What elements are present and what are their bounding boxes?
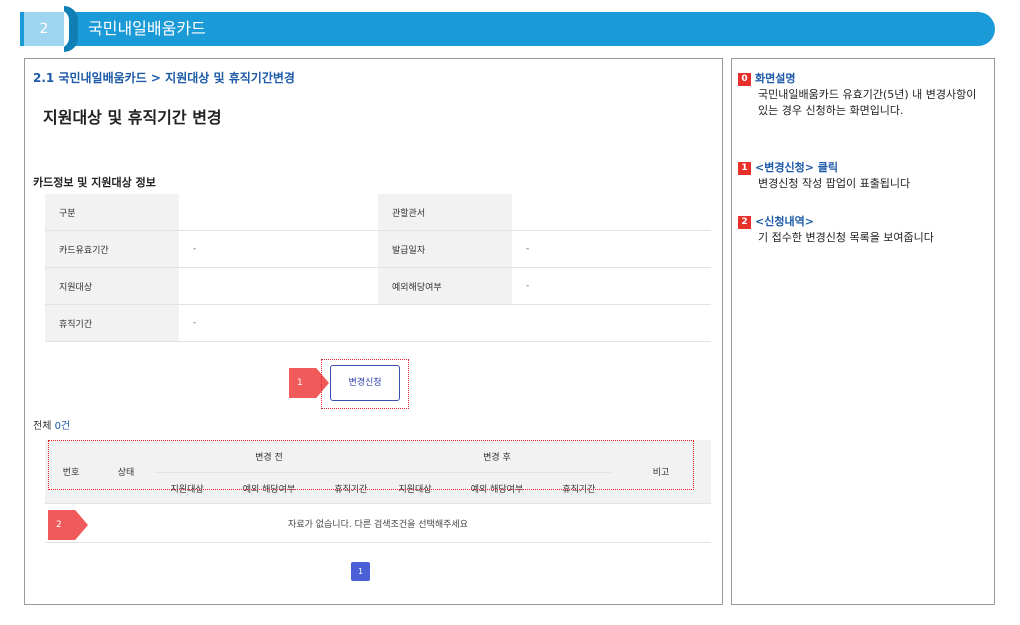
section-title: 국민내일배움카드: [88, 19, 206, 38]
empty-row: 자료가 없습니다. 다른 검색조건을 선택해주세요: [45, 503, 711, 543]
info-value: -: [179, 304, 711, 342]
pagination-page-1[interactable]: 1: [351, 562, 370, 581]
note-badge: 0: [738, 73, 751, 86]
main-panel: 2.1 국민내일배움카드 > 지원대상 및 휴직기간변경 지원대상 및 휴직기간…: [24, 58, 723, 605]
list-highlight: [48, 440, 694, 490]
total-prefix: 전체: [33, 421, 55, 432]
card-info-table: 구분 관할관서 카드유효기간 - 발급일자 - 지원대상 예외해당여부 - 휴직…: [45, 194, 711, 342]
info-row: 카드유효기간 - 발급일자 -: [45, 230, 711, 268]
info-label: 카드유효기간: [45, 230, 180, 268]
info-value: -: [179, 230, 378, 268]
note-badge: 1: [738, 162, 751, 175]
breadcrumb: 2.1 국민내일배움카드 > 지원대상 및 휴직기간변경: [33, 71, 295, 85]
description-panel: 0 화면설명 국민내일배움카드 유효기간(5년) 내 변경사항이 있는 경우 신청…: [731, 58, 995, 605]
info-label: 지원대상: [45, 267, 180, 305]
note-badge: 2: [738, 216, 751, 229]
info-label: 휴직기간: [45, 304, 180, 342]
info-row: 구분 관할관서: [45, 194, 711, 231]
info-label: 발급일자: [377, 230, 513, 268]
total-count: 전체 0건: [33, 417, 70, 432]
info-label: 구분: [45, 194, 180, 231]
info-value: -: [512, 267, 711, 305]
note-title: <변경신청> 클릭: [755, 161, 838, 174]
info-label: 예외해당여부: [377, 267, 513, 305]
empty-message: 자료가 없습니다. 다른 검색조건을 선택해주세요: [45, 503, 711, 543]
info-value: [179, 267, 378, 305]
note-body: 기 접수한 변경신청 목록을 보여줍니다: [758, 231, 934, 244]
change-button-highlight: 변경신청: [321, 359, 409, 409]
note-body: 변경신청 작성 팝업이 표출됩니다: [758, 177, 911, 190]
note-title: 화면설명: [755, 72, 796, 85]
note-2: 2 <신청내역> 기 접수한 변경신청 목록을 보여줍니다: [738, 214, 983, 246]
info-row: 지원대상 예외해당여부 -: [45, 267, 711, 305]
note-title: <신청내역>: [755, 215, 814, 228]
total-value: 0건: [54, 421, 71, 432]
info-label: 관할관서: [377, 194, 513, 231]
info-value: [179, 194, 378, 231]
change-request-button[interactable]: 변경신청: [330, 365, 400, 401]
info-value: -: [512, 230, 711, 268]
info-value: [512, 194, 711, 231]
info-row: 휴직기간 -: [45, 304, 711, 342]
note-0: 0 화면설명 국민내일배움카드 유효기간(5년) 내 변경사항이 있는 경우 신청…: [738, 71, 983, 119]
info-section-title: 카드정보 및 지원대상 정보: [33, 176, 156, 189]
page-title: 지원대상 및 휴직기간 변경: [43, 108, 222, 127]
note-body: 국민내일배움카드 유효기간(5년) 내 변경사항이 있는 경우 신청하는 화면입…: [758, 88, 977, 117]
note-1: 1 <변경신청> 클릭 변경신청 작성 팝업이 표출됩니다: [738, 160, 983, 192]
section-number: 2: [24, 12, 64, 46]
